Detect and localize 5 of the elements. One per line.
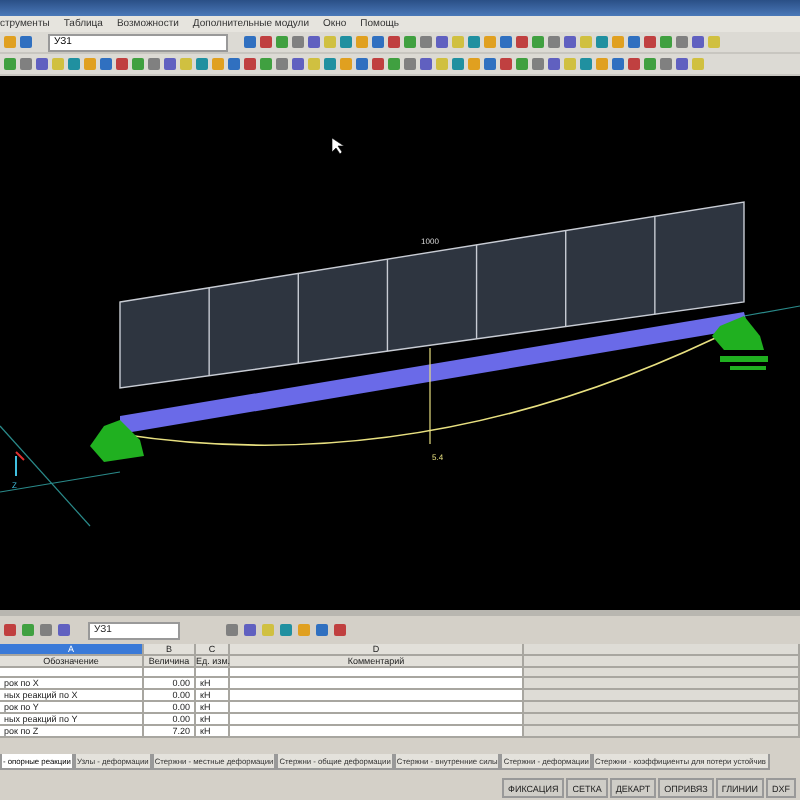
axis-icon [15, 451, 25, 477]
support-icon [712, 316, 768, 370]
cursor-icon [331, 137, 345, 155]
deflection-marker [429, 347, 431, 445]
support-icon [90, 420, 144, 462]
